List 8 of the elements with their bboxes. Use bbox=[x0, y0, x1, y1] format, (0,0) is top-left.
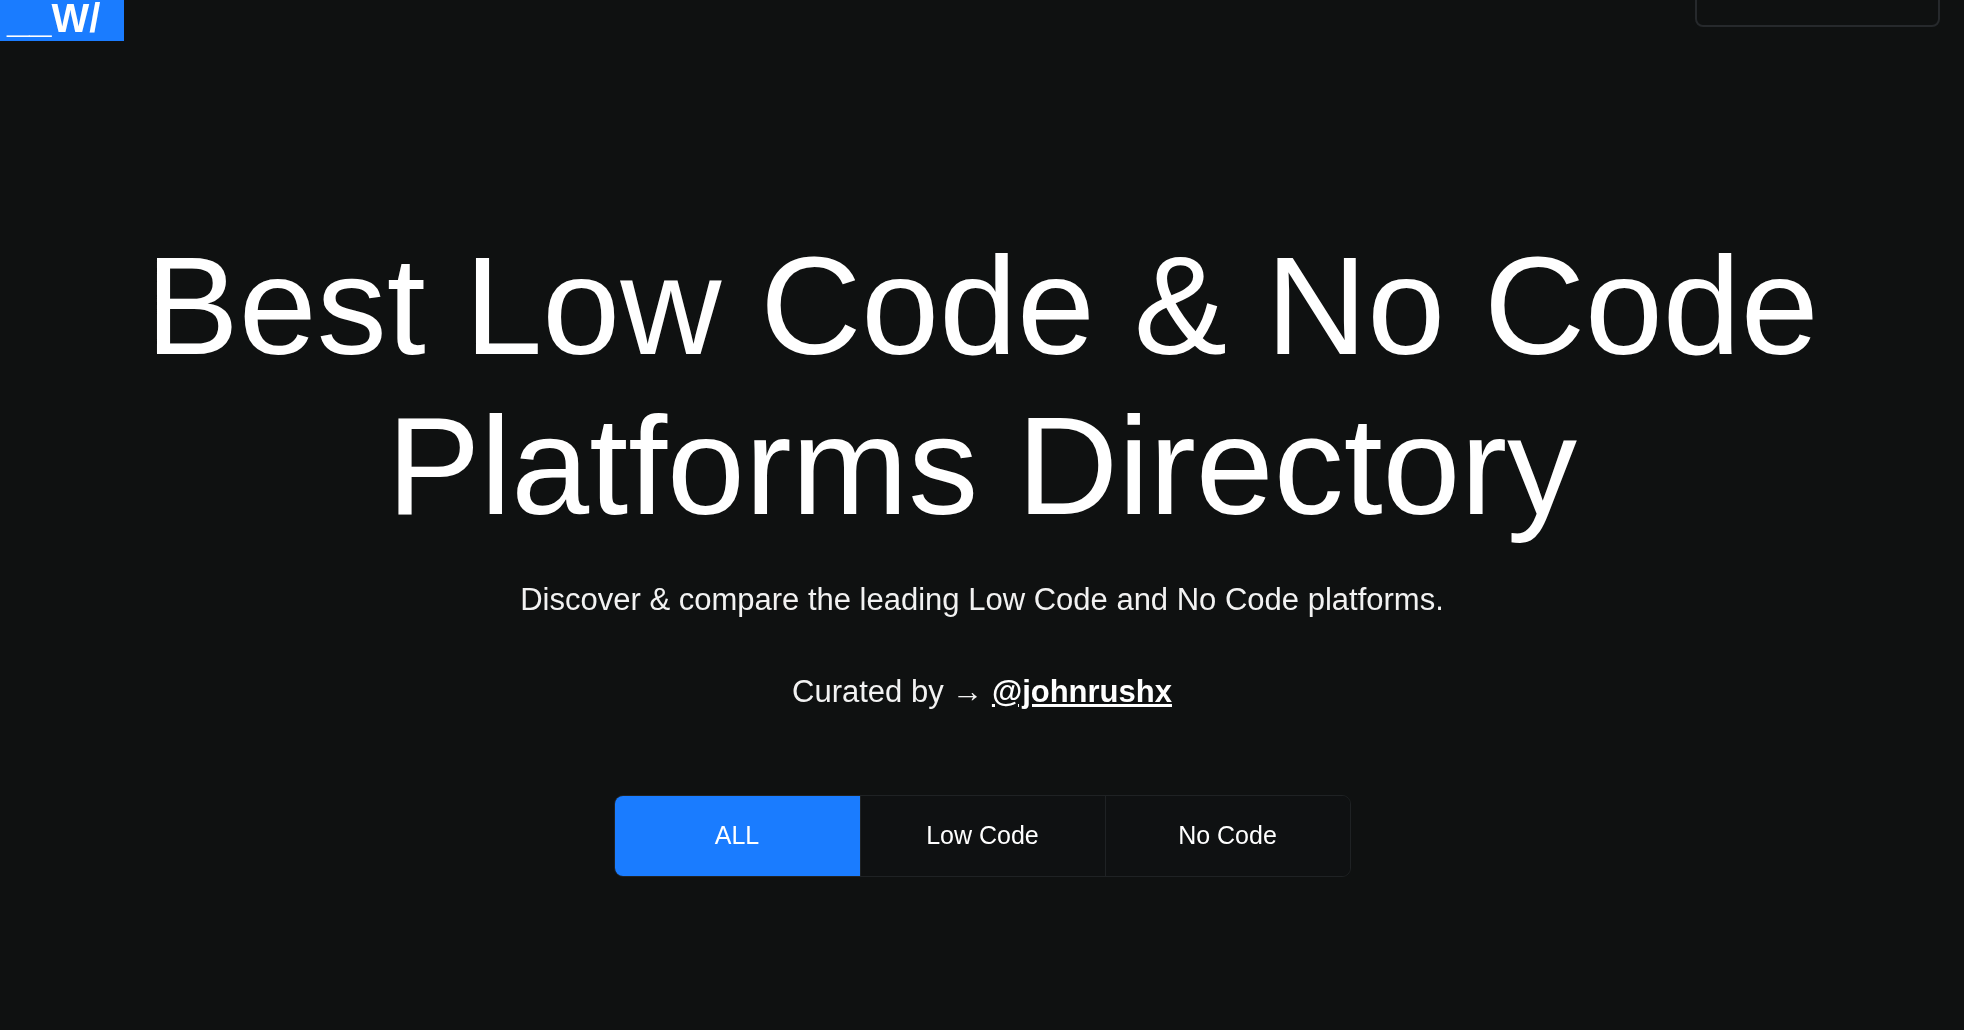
author-link[interactable]: @johnrushx bbox=[991, 674, 1172, 709]
hero-title: Best Low Code & No Code Platforms Directory bbox=[144, 226, 1820, 546]
hero-subtitle: Discover & compare the leading Low Code and No Code platforms. bbox=[520, 581, 1444, 619]
logo-text: __W/ bbox=[7, 0, 101, 38]
curated-by-text: Curated by → @johnrushx bbox=[792, 673, 1172, 711]
logo[interactable]: __W/ bbox=[0, 0, 124, 41]
filter-tab[interactable]: No Code bbox=[1104, 796, 1350, 876]
filter-tab[interactable]: ALL bbox=[614, 796, 860, 876]
